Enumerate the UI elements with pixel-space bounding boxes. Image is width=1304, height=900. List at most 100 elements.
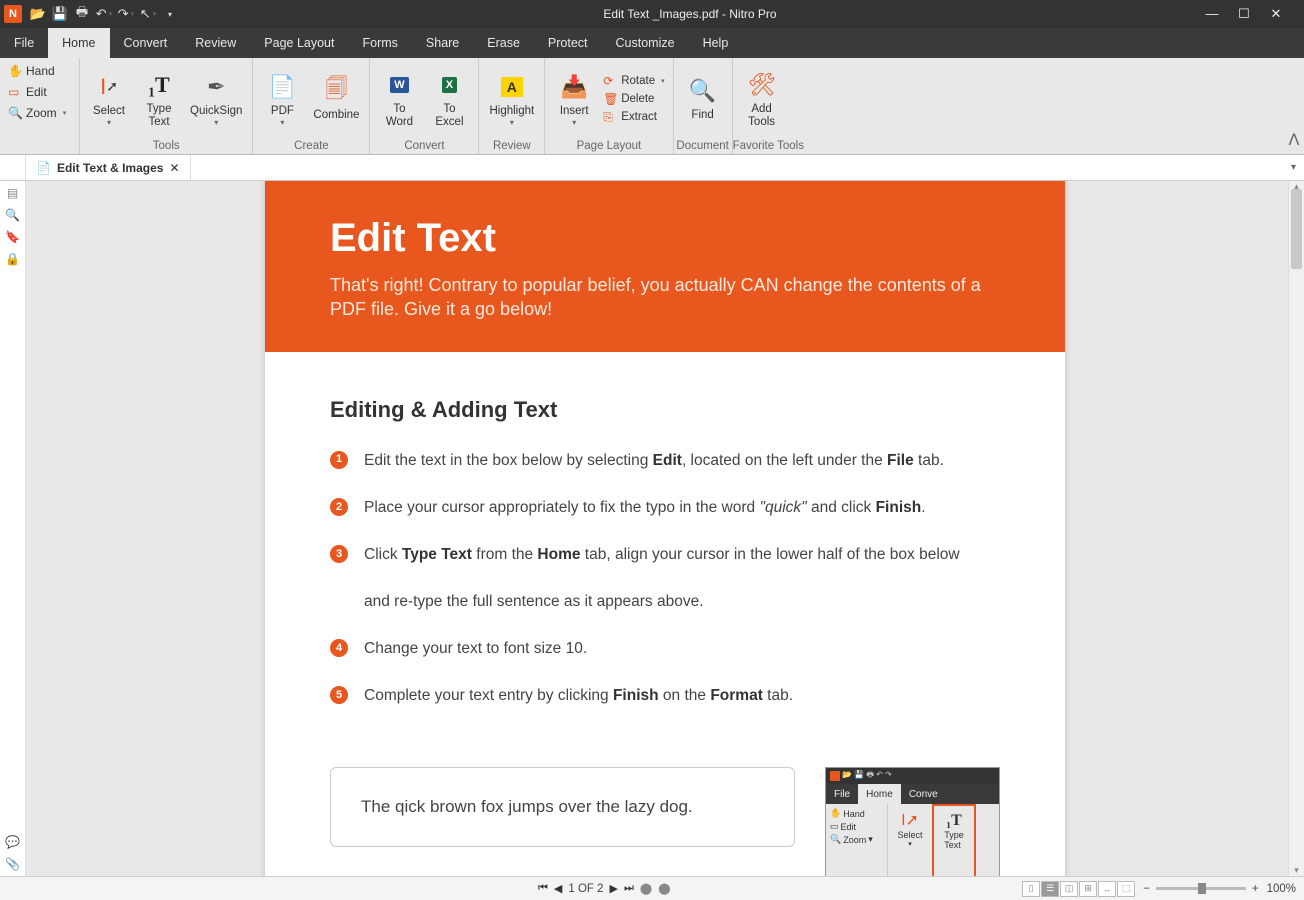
delete-button[interactable]: 🗑Delete	[601, 91, 666, 107]
step-item: 5Complete your text entry by clicking Fi…	[330, 684, 1000, 707]
first-page-icon[interactable]: ⏮	[538, 882, 548, 895]
view-width-icon[interactable]: ↔	[1098, 881, 1116, 897]
hand-icon: ✋	[8, 64, 22, 78]
insert-button[interactable]: 📥 Insert ▾	[551, 69, 597, 129]
tab-review[interactable]: Review	[181, 28, 250, 58]
cursor-icon[interactable]: ↖▾	[138, 4, 158, 24]
doc-tab-close-icon[interactable]: ✕	[169, 161, 179, 175]
to-word-label: To Word	[386, 103, 413, 129]
document-tab[interactable]: 📄 Edit Text & Images ✕	[26, 155, 191, 180]
nav-back-icon[interactable]: ⬤	[640, 882, 652, 895]
view-page-icon[interactable]: ⬚	[1117, 881, 1135, 897]
select-button[interactable]: I➚ Select ▾	[86, 69, 132, 129]
undo-icon[interactable]: ↶▾	[94, 4, 114, 24]
view-facing-icon[interactable]: ◫	[1060, 881, 1078, 897]
zoom-level[interactable]: 100%	[1267, 883, 1296, 895]
redo-icon[interactable]: ↷▾	[116, 4, 136, 24]
step-item: 3 Click Type Text from the Home tab, alig…	[330, 543, 1000, 613]
statusbar: ⏮ ◀ 1 OF 2 ▶ ⏭ ⬤ ⬤ ▯ ☰ ◫ ⊞ ↔ ⬚ − + 100%	[0, 876, 1304, 900]
tabs-dropdown-icon[interactable]: ▾	[1283, 155, 1304, 180]
tab-forms[interactable]: Forms	[348, 28, 411, 58]
ribbon: ✋Hand ▭Edit 🔍Zoom▾ I➚ Select ▾ ₁T Type T…	[0, 58, 1304, 155]
zoom-slider-thumb[interactable]	[1198, 883, 1206, 894]
attachments-panel-icon[interactable]: 📎	[5, 856, 21, 872]
step-text: Click Type Text from the Home tab, align…	[364, 543, 960, 613]
ms-tab-convert: Conve	[901, 784, 946, 804]
scroll-down-icon[interactable]: ▾	[1289, 865, 1304, 876]
qat-more-icon[interactable]: ▾	[160, 4, 180, 24]
rotate-button[interactable]: ⟳Rotate▾	[601, 73, 666, 89]
last-page-icon[interactable]: ⏭	[624, 882, 634, 895]
doc-tab-label: Edit Text & Images	[57, 161, 163, 175]
combine-button[interactable]: 🗐 Combine	[309, 73, 363, 124]
search-panel-icon[interactable]: 🔍	[5, 207, 21, 223]
ms-tab-home: Home	[858, 784, 901, 804]
combine-icon: 🗐	[320, 75, 352, 107]
security-panel-icon[interactable]: 🔒	[5, 251, 21, 267]
tab-share[interactable]: Share	[412, 28, 473, 58]
scrollbar-thumb[interactable]	[1291, 189, 1302, 269]
step-bullet: 3	[330, 545, 348, 563]
extract-button[interactable]: ⎘Extract	[601, 109, 666, 125]
quicksign-label: QuickSign	[190, 105, 242, 118]
next-page-icon[interactable]: ▶	[610, 882, 618, 895]
ms-select-button: I➚ Select ▾	[888, 804, 932, 876]
prev-page-icon[interactable]: ◀	[554, 882, 562, 895]
ms-edit-label: ▭Edit	[830, 821, 883, 832]
tab-convert[interactable]: Convert	[110, 28, 182, 58]
save-icon[interactable]: 💾	[50, 4, 70, 24]
zoom-slider: − +	[1143, 883, 1258, 895]
print-icon[interactable]: 🖶	[72, 4, 92, 24]
edit-tool[interactable]: ▭Edit	[4, 83, 75, 101]
add-tools-icon: 🛠	[746, 69, 778, 101]
hand-tool[interactable]: ✋Hand	[4, 62, 75, 80]
mini-screenshot: 📂 💾 🖶 ↶ ↷ File Home Conve ✋Hand ▭Edit 🔍	[825, 767, 1000, 876]
zoom-in-icon[interactable]: +	[1252, 883, 1259, 895]
to-excel-button[interactable]: X To Excel	[426, 67, 472, 131]
minimize-button[interactable]: —	[1200, 6, 1224, 22]
document-viewport[interactable]: Edit Text That's right! Contrary to popu…	[26, 181, 1304, 876]
add-tools-button[interactable]: 🛠 Add Tools	[739, 67, 785, 131]
tab-erase[interactable]: Erase	[473, 28, 534, 58]
ribbon-collapse-icon[interactable]: ᐱ	[1284, 58, 1304, 154]
view-single-icon[interactable]: ▯	[1022, 881, 1040, 897]
step-bullet: 2	[330, 498, 348, 516]
quicksign-button[interactable]: ✒ QuickSign ▾	[186, 69, 246, 129]
ms-logo-icon	[830, 771, 840, 781]
tab-page-layout[interactable]: Page Layout	[250, 28, 348, 58]
comments-panel-icon[interactable]: 💬	[5, 834, 21, 850]
bookmarks-panel-icon[interactable]: 🔖	[5, 229, 21, 245]
content-heading: Editing & Adding Text	[330, 397, 1000, 423]
zoom-slider-track[interactable]	[1156, 887, 1246, 890]
nav-forward-icon[interactable]: ⬤	[658, 882, 670, 895]
pdf-button[interactable]: 📄 PDF ▾	[259, 69, 305, 129]
group-create-label: Create	[253, 140, 369, 154]
sample-text-box[interactable]: The qick brown fox jumps over the lazy d…	[330, 767, 795, 847]
view-facing-cont-icon[interactable]: ⊞	[1079, 881, 1097, 897]
tab-customize[interactable]: Customize	[602, 28, 689, 58]
delete-icon: 🗑	[603, 92, 617, 106]
step-text: Complete your text entry by clicking Fin…	[364, 684, 793, 707]
pages-panel-icon[interactable]: ▤	[5, 185, 21, 201]
maximize-button[interactable]: ☐	[1232, 6, 1256, 22]
vertical-scrollbar[interactable]: ▴ ▾	[1288, 181, 1304, 876]
zoom-out-icon[interactable]: −	[1143, 883, 1150, 895]
to-word-button[interactable]: W To Word	[376, 67, 422, 131]
rotate-icon: ⟳	[603, 74, 617, 88]
tab-help[interactable]: Help	[689, 28, 743, 58]
excel-icon: X	[433, 69, 465, 101]
tab-file[interactable]: File	[0, 28, 48, 58]
highlight-button[interactable]: A Highlight ▾	[485, 69, 538, 129]
view-continuous-icon[interactable]: ☰	[1041, 881, 1059, 897]
zoom-label: Zoom	[26, 106, 57, 120]
close-button[interactable]: ✕	[1264, 6, 1288, 22]
open-icon[interactable]: 📂	[28, 4, 48, 24]
type-text-button[interactable]: ₁T Type Text	[136, 67, 182, 131]
find-icon: 🔍	[687, 75, 719, 107]
window-title: Edit Text _Images.pdf - Nitro Pro	[180, 7, 1200, 21]
zoom-tool[interactable]: 🔍Zoom▾	[4, 104, 75, 122]
find-button[interactable]: 🔍 Find	[680, 73, 726, 124]
tab-protect[interactable]: Protect	[534, 28, 602, 58]
tab-home[interactable]: Home	[48, 28, 109, 58]
step-item: 4Change your text to font size 10.	[330, 637, 1000, 660]
